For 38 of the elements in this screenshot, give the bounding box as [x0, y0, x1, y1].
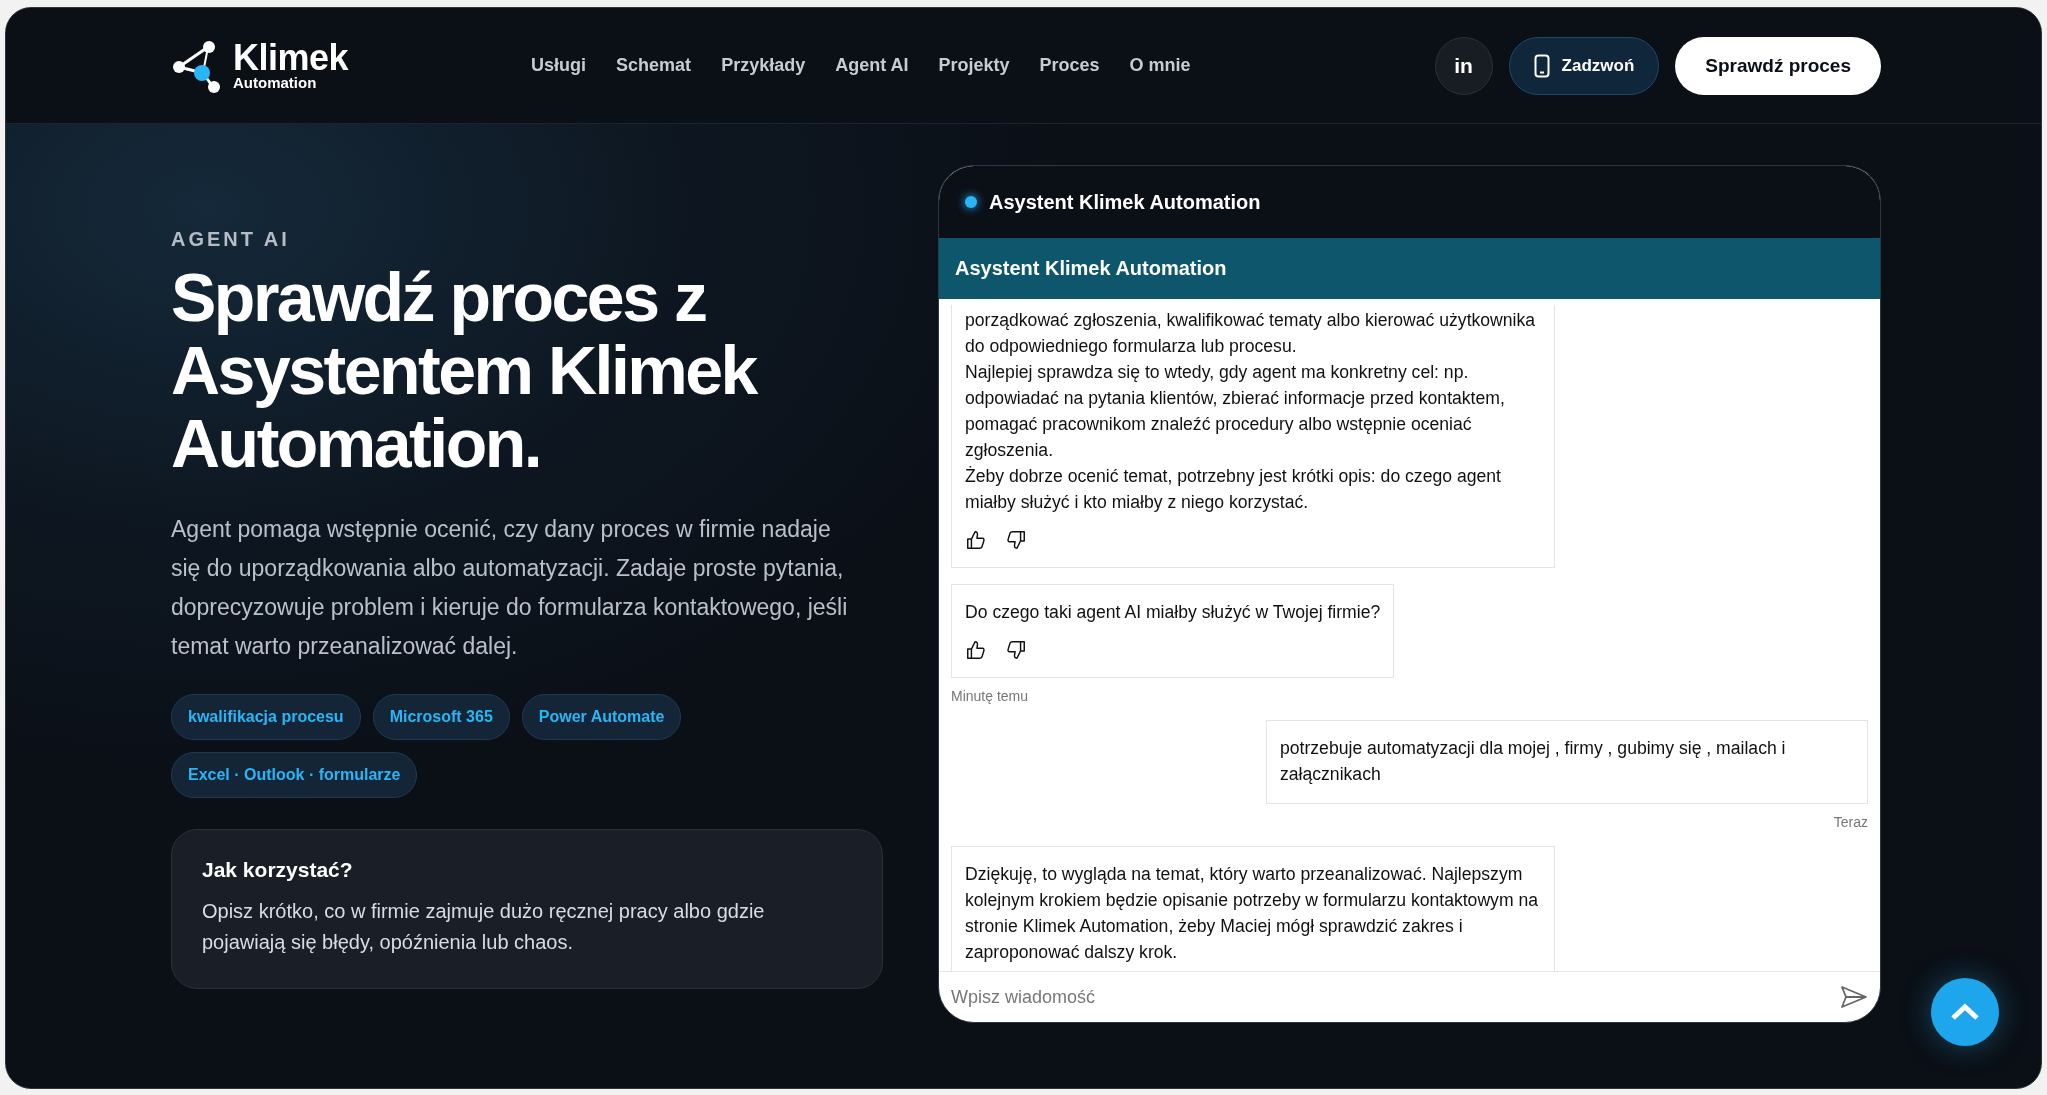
tag: Power Automate: [521, 694, 682, 740]
phone-icon: [1533, 53, 1550, 78]
tag: Microsoft 365: [372, 694, 510, 740]
thumbs-down-icon[interactable]: [1005, 529, 1027, 551]
tip-text: Opisz krótko, co w firmie zajmuje dużo ręcznej pracy albo gdzie pojawiają się błędy, opóźnienia lub chaos.: [202, 899, 766, 955]
tip-title: Jak korzystać?: [202, 858, 354, 882]
nav-link[interactable]: Schemat: [616, 55, 692, 76]
chat-title: Asystent Klimek Automation: [989, 190, 1261, 214]
bot-message: Do czego taki agent AI miałby służyć w Twojej firmie?: [951, 584, 1395, 678]
chevron-up-icon: [1950, 1003, 1980, 1021]
tag: Excel · Outlook · formularze: [171, 752, 418, 798]
nav-link[interactable]: Projekty: [938, 55, 1010, 76]
status-dot: [965, 196, 977, 208]
thumbs-up-icon[interactable]: [965, 529, 987, 551]
call-button[interactable]: Zadzwoń: [1508, 36, 1660, 95]
scroll-top-button[interactable]: [1931, 978, 1999, 1046]
chat-title-bar: Asystent Klimek Automation: [939, 238, 1880, 299]
user-message: potrzebuje automatyzacji dla mojej , firmy , gubimy się , mailach i załącznikach: [1266, 720, 1868, 804]
message-time: Minutę temu: [951, 688, 1030, 704]
thumbs-up-icon[interactable]: [965, 639, 987, 661]
linkedin-button[interactable]: in: [1434, 36, 1493, 95]
nav-link[interactable]: Usługi: [531, 55, 587, 76]
logo-name: Klimek: [233, 40, 349, 75]
tag: kwalifikacja procesu: [171, 694, 361, 740]
nav-link[interactable]: Przykłady: [721, 55, 806, 76]
bot-message: porządkować zgłoszenia, kwalifikować tematy albo kierować użytkownika do odpowiedniego formularza lub procesu. Najlepiej sprawdza się to wtedy, gdy agent ma konkretny cel: np. odpowiadać na pytania klientów, zbierać informacje przed kontaktem, pomagać pracownikom znaleźć procedury albo wstępnie oceniać zgłoszenia. Żeby dobrze ocenić temat, potrzebny jest krótki opis: do czego agent miałby służyć i kto miałby z niego korzystać.: [951, 305, 1555, 568]
send-icon[interactable]: [1840, 985, 1868, 1009]
logo-subtitle: Automation: [233, 74, 318, 91]
nav-link[interactable]: Proces: [1039, 55, 1100, 76]
nav-link[interactable]: Agent AI: [835, 55, 909, 76]
message-time: Teraz: [1833, 814, 1868, 830]
bot-message: Dziękuję, to wygląda na temat, który warto przeanalizować. Najlepszym kolejnym krokiem będzie opisanie potrzeby w formularzu kontaktowym na stronie Klimek Automation, żeby Maciej mógł sprawdzić zakres i zaproponować dalszy krok.: [951, 846, 1555, 971]
thumbs-down-icon[interactable]: [1005, 639, 1027, 661]
hero-description: Agent pomaga wstępnie ocenić, czy dany proces w firmie nadaje się do uporządkowania albo automatyzacji. Zadaje proste pytania, doprecyzowuje problem i kieruje do formularza kontaktowego, jeśli temat warto przeanalizować dalej.: [171, 515, 849, 661]
hero-title: Sprawdź proces z Asystentem Klimek Automation.: [171, 261, 758, 480]
eyebrow: AGENT AI: [171, 228, 291, 251]
cta-button[interactable]: Sprawdź proces: [1675, 36, 1881, 95]
nav-link[interactable]: O mnie: [1129, 55, 1191, 76]
